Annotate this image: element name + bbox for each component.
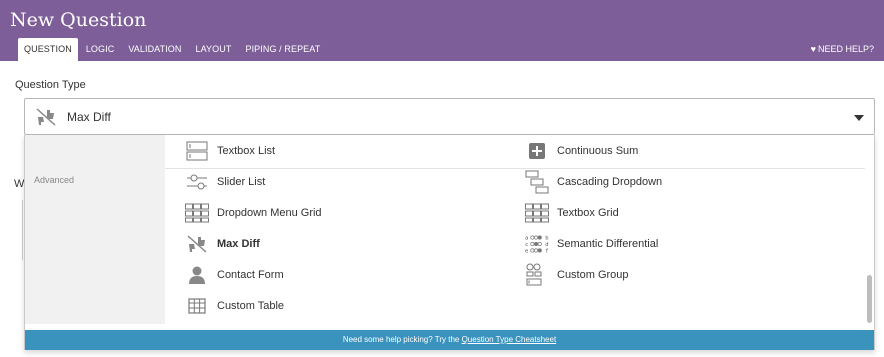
option-label: Continuous Sum [557, 145, 639, 157]
category-advanced[interactable]: Advanced [34, 175, 74, 185]
option-cascading-dropdown[interactable]: Cascading Dropdown [525, 168, 662, 196]
option-label: Semantic Differential [557, 238, 659, 250]
option-custom-table[interactable]: Custom Table [185, 292, 284, 320]
continuous-sum-icon [525, 139, 549, 163]
option-label: Cascading Dropdown [557, 176, 663, 188]
page-title: New Question [10, 9, 147, 31]
option-max-diff[interactable]: Max Diff [185, 230, 260, 258]
max-diff-icon [185, 232, 209, 256]
chevron-down-icon[interactable] [854, 115, 864, 121]
svg-text:a: a [525, 235, 528, 241]
option-label: Textbox List [217, 145, 276, 157]
option-custom-group[interactable]: Custom Group [525, 261, 629, 289]
option-label: Max Diff [217, 238, 260, 250]
tab-layout[interactable]: LAYOUT [190, 38, 238, 61]
option-label: Slider List [217, 176, 266, 188]
option-label: Textbox Grid [557, 207, 619, 219]
contact-form-icon [185, 263, 209, 287]
tab-logic[interactable]: LOGIC [80, 38, 121, 61]
option-label: Custom Table [217, 300, 285, 312]
custom-table-icon [185, 294, 209, 318]
question-type-list: Textbox List Continuous Sum Slider List … [165, 135, 865, 324]
divider [165, 168, 865, 169]
custom-group-icon [525, 263, 549, 287]
option-label: Custom Group [557, 269, 629, 281]
tab-question[interactable]: QUESTION [18, 38, 78, 61]
question-type-select[interactable]: Max Diff [24, 98, 875, 135]
need-help-label: NEED HELP? [817, 44, 874, 54]
semantic-differential-icon: a b c d e f [525, 232, 549, 256]
hidden-field-label: W [14, 178, 25, 190]
svg-text:b: b [545, 235, 548, 241]
header-bar: New Question QUESTION LOGIC VALIDATION L… [0, 0, 884, 61]
need-help-link[interactable]: ♥ NEED HELP? [811, 38, 874, 61]
max-diff-icon [36, 108, 56, 126]
heart-icon: ♥ [810, 44, 816, 54]
tab-validation[interactable]: VALIDATION [122, 38, 187, 61]
cascading-dropdown-icon [525, 170, 549, 194]
question-type-selected: Max Diff [67, 110, 111, 124]
tab-piping-repeat[interactable]: PIPING / REPEAT [239, 38, 326, 61]
cheatsheet-link[interactable]: Question Type Cheatsheet [462, 335, 557, 344]
option-contact-form[interactable]: Contact Form [185, 261, 284, 289]
option-continuous-sum[interactable]: Continuous Sum [525, 137, 638, 165]
svg-text:d: d [545, 242, 548, 248]
textbox-grid-icon [525, 201, 549, 225]
option-textbox-grid[interactable]: Textbox Grid [525, 199, 619, 227]
tab-bar: QUESTION LOGIC VALIDATION LAYOUT PIPING … [18, 38, 328, 61]
dropdown-menu-grid-icon [185, 201, 209, 225]
svg-text:c: c [525, 242, 528, 248]
textbox-list-icon [185, 139, 209, 163]
option-label: Dropdown Menu Grid [217, 207, 322, 219]
option-textbox-list[interactable]: Textbox List [185, 137, 275, 165]
svg-text:e: e [525, 248, 528, 254]
question-type-label: Question Type [15, 79, 86, 91]
question-type-dropdown: Advanced Textbox List Continuous Sum Sli… [24, 135, 875, 350]
option-label: Contact Form [217, 269, 284, 281]
category-sidebar: Advanced [25, 135, 165, 324]
footer-text: Need some help picking? Try the [342, 335, 460, 344]
svg-text:f: f [545, 248, 548, 254]
option-slider-list[interactable]: Slider List [185, 168, 265, 196]
slider-list-icon [185, 170, 209, 194]
help-footer: Need some help picking? Try the Question… [25, 330, 874, 350]
option-dropdown-menu-grid[interactable]: Dropdown Menu Grid [185, 199, 322, 227]
dropdown-scrollbar[interactable] [867, 275, 872, 323]
option-semantic-differential[interactable]: a b c d e f Semantic Differential [525, 230, 658, 258]
